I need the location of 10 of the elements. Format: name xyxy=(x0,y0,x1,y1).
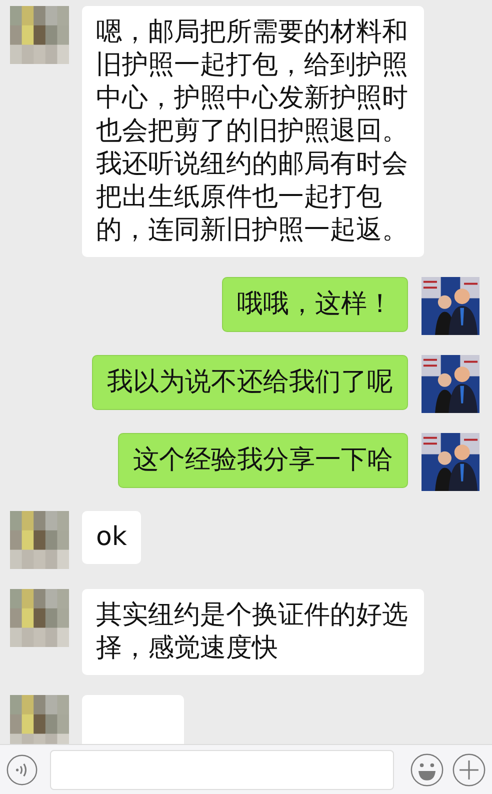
smiley-icon[interactable] xyxy=(410,752,444,786)
message-bubble: 我以为说不还给我们了呢 xyxy=(92,355,408,410)
message-bubble: 这个经验我分享一下哈 xyxy=(118,433,408,488)
message-bubble: 其实纽约是个换证件的好选择，感觉速度快 xyxy=(82,589,424,675)
voice-icon[interactable] xyxy=(6,754,38,786)
message-bubble: 嗯，邮局把所需要的材料和旧护照一起打包，给到护照中心，护照中心发新护照时也会把剪了的旧护照退回。我还听说纽约的邮局有时会把出生纸原件也一起打包的，连同新旧护照一起返。 xyxy=(82,6,424,257)
message-input-field[interactable] xyxy=(50,750,394,790)
message-bubble: ok xyxy=(82,511,141,564)
message-bubble: 哦哦，这样！ xyxy=(222,277,408,332)
plus-icon[interactable] xyxy=(452,752,486,786)
